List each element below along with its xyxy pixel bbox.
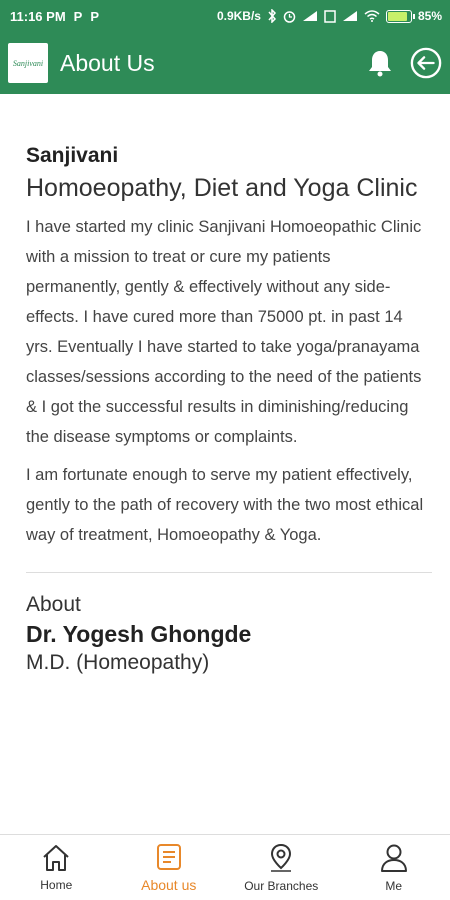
app-bar: Sanjivani About Us [0,32,450,94]
nav-label: Our Branches [244,878,319,893]
signal-icon [342,10,358,22]
logout-icon [410,47,442,79]
logo-text: Sanjivani [12,58,44,68]
status-bar: 11:16 PM P P 0.9KB/s 85% [0,0,450,32]
about-paragraph: I have started my clinic Sanjivani Homoe… [26,218,422,446]
about-content[interactable]: Sanjivani Homoeopathy, Diet and Yoga Cli… [0,94,450,834]
person-icon [380,844,407,872]
nav-label: About us [141,876,197,893]
sim-icon [324,9,336,23]
alarm-icon [283,10,296,23]
signal-icon [302,10,318,22]
battery-percent: 85% [417,9,442,23]
bluetooth-icon [267,9,277,23]
location-pin-icon [271,843,292,872]
doctor-degree: M.D. (Homeopathy) [26,651,210,674]
network-speed: 0.9KB/s [216,9,261,23]
clinic-name: Sanjivani [26,144,119,167]
document-icon [156,843,181,870]
logout-button[interactable] [410,47,442,79]
nav-item-our-branches[interactable]: Our Branches [225,835,338,900]
bell-icon [369,51,391,77]
nav-label: Me [385,878,403,893]
wifi-icon [364,10,380,22]
nav-label: Home [40,877,73,892]
doctor-name: Dr. Yogesh Ghongde [26,621,252,647]
nav-item-me[interactable]: Me [338,835,450,900]
battery-icon [385,9,415,23]
notification-icon: P [73,8,83,24]
about-label: About [26,593,81,616]
bottom-nav: Home About us Our Branches Me [0,834,450,900]
notification-icon: P [90,8,99,24]
app-logo: Sanjivani [8,43,48,83]
about-paragraph: I am fortunate enough to serve my patien… [26,466,424,544]
divider [26,572,432,573]
nav-item-home[interactable]: Home [0,835,113,900]
nav-item-about-us[interactable]: About us [113,835,226,900]
notifications-button[interactable] [364,47,396,79]
page-title: About Us [60,49,155,76]
home-icon [43,844,69,871]
status-time: 11:16 PM [10,8,66,24]
clinic-subtitle: Homoeopathy, Diet and Yoga Clinic [26,174,418,202]
